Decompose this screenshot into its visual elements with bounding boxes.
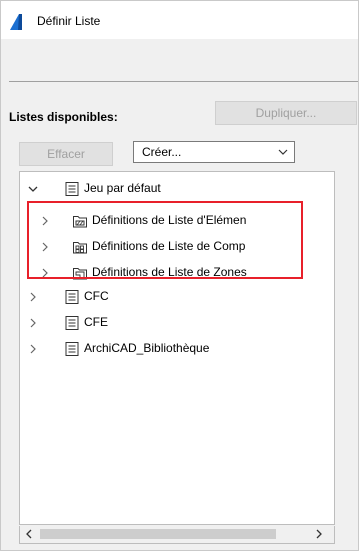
horizontal-scrollbar[interactable] <box>19 526 335 544</box>
tree-row-cfc[interactable]: CFC <box>20 286 334 308</box>
create-select[interactable]: Créer... <box>133 141 295 163</box>
scroll-right-icon[interactable] <box>314 529 324 539</box>
tree-row-archicad-library[interactable]: ArchiCAD_Bibliothèque <box>20 338 334 360</box>
list-set-icon <box>65 342 79 356</box>
tree-label-cfe: CFE <box>84 315 108 329</box>
list-set-icon <box>65 182 79 196</box>
define-list-window: Définir Liste Listes disponibles: Dupliq… <box>0 0 359 551</box>
list-set-icon <box>65 290 79 304</box>
delete-button[interactable]: Effacer <box>19 142 113 166</box>
tree-label-archicad-library: ArchiCAD_Bibliothèque <box>84 341 210 355</box>
chevron-right-icon[interactable] <box>28 318 38 328</box>
tree-label-root: Jeu par défaut <box>84 181 161 195</box>
title-bar: Définir Liste <box>1 1 358 39</box>
tree-row-root[interactable]: Jeu par défaut <box>20 178 334 200</box>
duplicate-button[interactable]: Dupliquer... <box>215 101 357 125</box>
scrollbar-thumb[interactable] <box>40 529 276 539</box>
tree-row-cfe[interactable]: CFE <box>20 312 334 334</box>
window-title: Définir Liste <box>37 14 101 28</box>
list-set-icon <box>65 316 79 330</box>
chevron-right-icon[interactable] <box>28 292 38 302</box>
archicad-app-icon <box>10 14 22 30</box>
available-lists-label: Listes disponibles: <box>9 110 118 124</box>
chevron-down-icon[interactable] <box>28 184 38 194</box>
tree-label-cfc: CFC <box>84 289 109 303</box>
divider <box>9 81 358 82</box>
scroll-left-icon[interactable] <box>24 529 34 539</box>
chevron-down-icon <box>278 149 288 155</box>
create-select-value: Créer... <box>142 145 182 159</box>
highlight-box <box>27 201 303 279</box>
chevron-right-icon[interactable] <box>28 344 38 354</box>
